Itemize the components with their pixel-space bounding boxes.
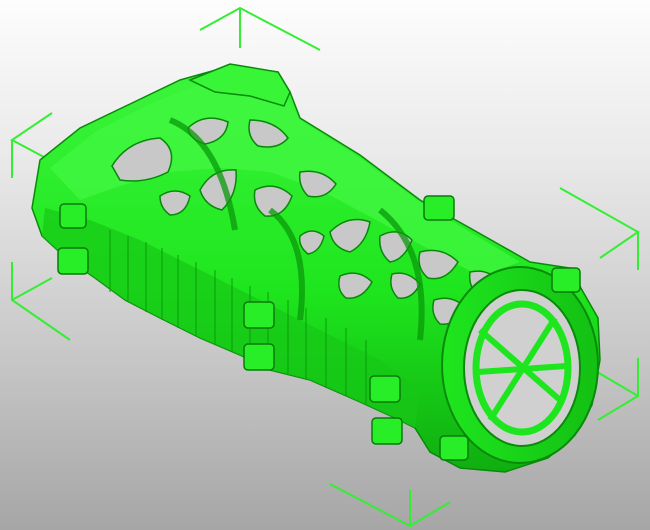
- green-3d-model[interactable]: [31, 63, 601, 473]
- model-scene: [10, 6, 640, 528]
- end-ring: [441, 266, 599, 464]
- bounding-box-corner-right-top: [559, 187, 640, 259]
- bounding-box-corner-top: [199, 6, 321, 51]
- bounding-box-corner-bottom: [329, 483, 451, 528]
- bounding-box-corner-right-bottom: [597, 358, 639, 421]
- 3d-viewport[interactable]: [0, 0, 650, 530]
